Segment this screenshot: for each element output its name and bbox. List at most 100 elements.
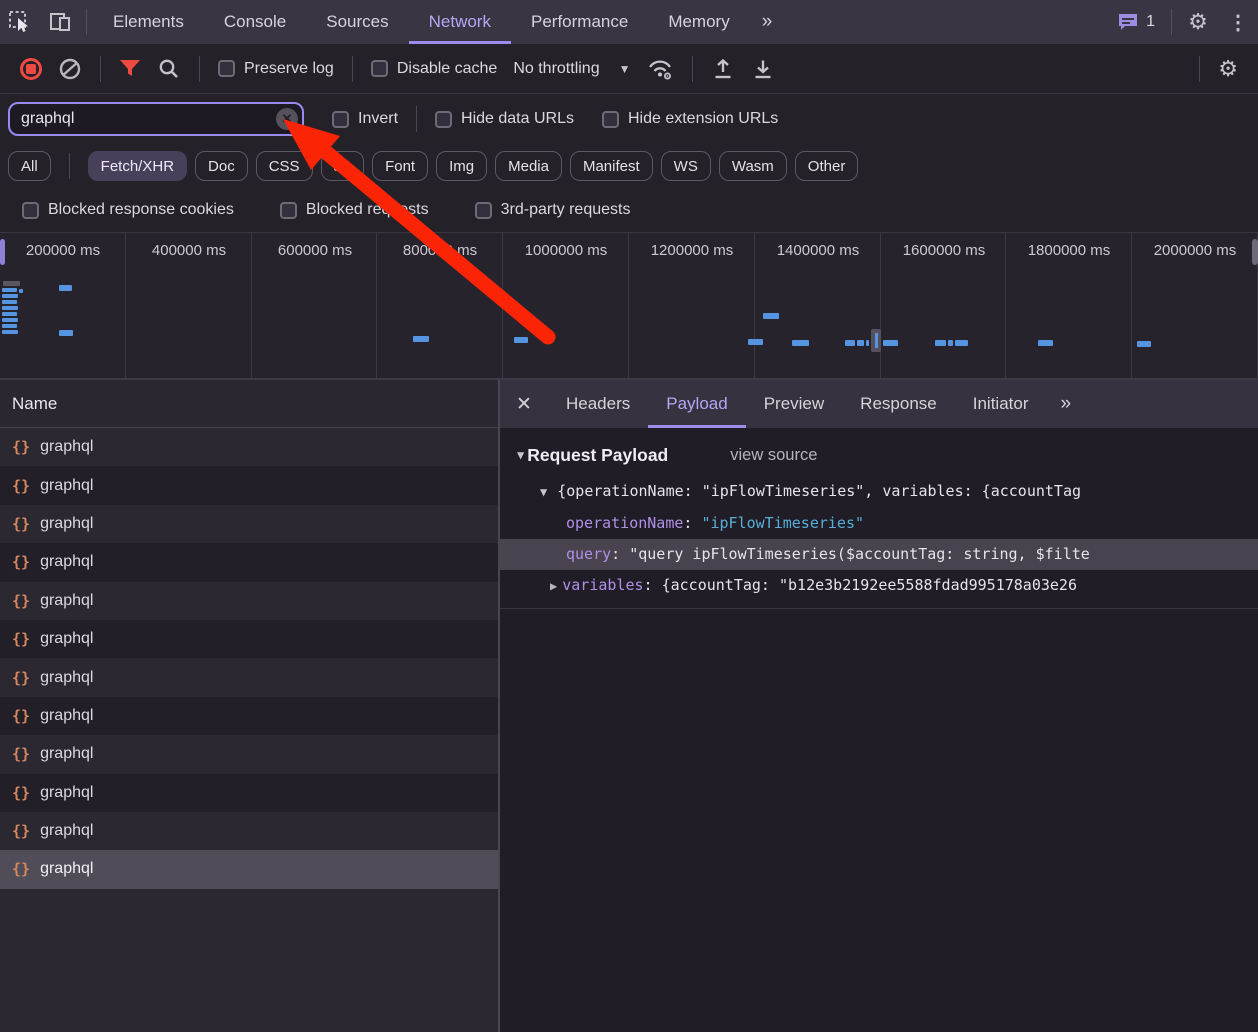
tab-performance[interactable]: Performance: [511, 0, 648, 44]
tab-console[interactable]: Console: [204, 0, 306, 44]
checkbox: [602, 111, 619, 128]
throttling-dropdown[interactable]: No throttling ▼: [513, 60, 630, 78]
chevron-down-icon: ▼: [619, 62, 631, 76]
import-har-button[interactable]: [711, 57, 735, 81]
name-column-header[interactable]: Name: [0, 380, 498, 428]
collapse-triangle-icon: ▼: [540, 485, 547, 499]
tab-memory[interactable]: Memory: [648, 0, 749, 44]
timeline-gridline: [251, 233, 252, 378]
json-braces-icon: {}: [12, 553, 30, 571]
type-chip-css[interactable]: CSS: [256, 151, 313, 181]
timeline-request-bar: [763, 313, 779, 319]
record-button[interactable]: [20, 58, 42, 80]
timeline-selected-request-marker: [871, 329, 881, 352]
tab-elements[interactable]: Elements: [93, 0, 204, 44]
timeline-tick-label: 1000000 ms: [525, 242, 608, 259]
type-chip-media[interactable]: Media: [495, 151, 562, 181]
details-tab-initiator[interactable]: Initiator: [955, 380, 1047, 428]
network-request-row[interactable]: {}graphql: [0, 812, 498, 850]
filter-toggle-button[interactable]: [119, 59, 141, 79]
timeline-tick-label: 1600000 ms: [903, 242, 986, 259]
customize-devtools-button[interactable]: ⋮: [1218, 0, 1258, 44]
blocked-response-cookies-checkbox[interactable]: Blocked response cookies: [22, 201, 234, 219]
disable-cache-checkbox[interactable]: Disable cache: [371, 60, 498, 78]
network-request-row[interactable]: {}graphql: [0, 543, 498, 581]
preserve-log-label: Preserve log: [244, 60, 334, 78]
view-source-link[interactable]: view source: [730, 446, 817, 465]
device-toolbar-button[interactable]: [40, 0, 80, 44]
type-chip-other[interactable]: Other: [795, 151, 859, 181]
type-chip-ws[interactable]: WS: [661, 151, 711, 181]
network-request-row[interactable]: {}graphql: [0, 774, 498, 812]
payload-entry-operationname[interactable]: operationName: "ipFlowTimeseries": [500, 508, 1258, 539]
checkbox: [475, 202, 492, 219]
network-request-row[interactable]: {}graphql: [0, 505, 498, 543]
checkbox: [435, 111, 452, 128]
json-braces-icon: {}: [12, 515, 30, 533]
request-payload-section-header[interactable]: ▼ Request Payload view source: [500, 436, 1258, 474]
type-chip-wasm[interactable]: Wasm: [719, 151, 787, 181]
export-har-button[interactable]: [751, 57, 775, 81]
network-request-row[interactable]: {}graphql: [0, 850, 498, 888]
expand-triangle-icon: ▶: [550, 579, 557, 593]
issues-button[interactable]: 1: [1107, 0, 1165, 44]
network-request-row[interactable]: {}graphql: [0, 582, 498, 620]
blocked-requests-checkbox[interactable]: Blocked requests: [280, 201, 429, 219]
details-tab-response[interactable]: Response: [842, 380, 955, 428]
preserve-log-checkbox[interactable]: Preserve log: [218, 60, 334, 78]
payload-entry-variables[interactable]: ▶variables: {accountTag: "b12e3b2192ee55…: [500, 570, 1258, 601]
type-chip-img[interactable]: Img: [436, 151, 487, 181]
details-tab-headers[interactable]: Headers: [548, 380, 648, 428]
network-settings-button[interactable]: ⚙: [1218, 58, 1238, 80]
hide-data-urls-checkbox[interactable]: Hide data URLs: [435, 110, 574, 128]
close-details-button[interactable]: ✕: [500, 380, 548, 428]
network-request-row[interactable]: {}graphql: [0, 620, 498, 658]
type-chip-manifest[interactable]: Manifest: [570, 151, 653, 181]
tab-network[interactable]: Network: [409, 0, 511, 44]
payload-entry-query[interactable]: query: "query ipFlowTimeseries($accountT…: [500, 539, 1258, 570]
filter-input[interactable]: [8, 102, 304, 136]
3rd-party-requests-checkbox[interactable]: 3rd-party requests: [475, 201, 631, 219]
request-name: graphql: [40, 822, 93, 840]
more-panels-button[interactable]: »: [750, 0, 785, 44]
network-request-row[interactable]: {}graphql: [0, 697, 498, 735]
kebab-menu-icon: ⋮: [1228, 10, 1248, 35]
timeline-scroll-handle-right[interactable]: [1252, 239, 1258, 265]
details-more-tabs-button[interactable]: »: [1046, 380, 1085, 428]
details-tab-payload[interactable]: Payload: [648, 380, 745, 428]
network-main: Name {}graphql{}graphql{}graphql{}graphq…: [0, 380, 1258, 1032]
search-button[interactable]: [157, 57, 181, 81]
resource-type-filter-row: All Fetch/XHR Doc CSS JSFont Img Media Manifest…: [0, 144, 1258, 188]
type-chip-all[interactable]: All: [8, 151, 51, 181]
network-request-row[interactable]: {}graphql: [0, 428, 498, 466]
network-request-row[interactable]: {}graphql: [0, 466, 498, 504]
panel-tabs: ElementsConsoleSourcesNetworkPerformance…: [93, 0, 750, 44]
type-chip-fetch-xhr[interactable]: Fetch/XHR: [88, 151, 187, 181]
advanced-filters-row: Blocked response cookies Blocked requests…: [0, 188, 1258, 232]
type-chip-font[interactable]: Font: [372, 151, 428, 181]
details-tab-preview[interactable]: Preview: [746, 380, 842, 428]
inspect-element-button[interactable]: [0, 0, 40, 44]
checkbox: [332, 111, 349, 128]
timeline-request-bar: [845, 340, 855, 346]
type-chip-js[interactable]: JS: [321, 151, 365, 181]
payload-colon: :: [611, 545, 629, 563]
settings-button[interactable]: ⚙: [1178, 0, 1218, 44]
timeline-scroll-handle-left[interactable]: [0, 239, 5, 265]
network-request-row[interactable]: {}graphql: [0, 658, 498, 696]
timeline-request-bar: [413, 336, 429, 342]
tab-sources[interactable]: Sources: [306, 0, 408, 44]
clear-filter-button[interactable]: ✕: [276, 108, 298, 130]
type-chip-doc[interactable]: Doc: [195, 151, 248, 181]
network-request-row[interactable]: {}graphql: [0, 735, 498, 773]
timeline-gridline: [880, 233, 881, 378]
network-overview-timeline[interactable]: 200000 ms400000 ms600000 ms800000 ms1000…: [0, 232, 1258, 380]
filter-row: ✕ Invert Hide data URLs Hide extension U…: [0, 94, 1258, 144]
json-braces-icon: {}: [12, 592, 30, 610]
invert-checkbox[interactable]: Invert: [332, 110, 398, 128]
hide-extension-urls-checkbox[interactable]: Hide extension URLs: [602, 110, 778, 128]
clear-button[interactable]: [58, 57, 82, 81]
gear-icon: ⚙: [1218, 58, 1238, 80]
payload-preview-line[interactable]: ▼{operationName: "ipFlowTimeseries", var…: [500, 474, 1258, 508]
network-conditions-button[interactable]: [646, 57, 674, 81]
